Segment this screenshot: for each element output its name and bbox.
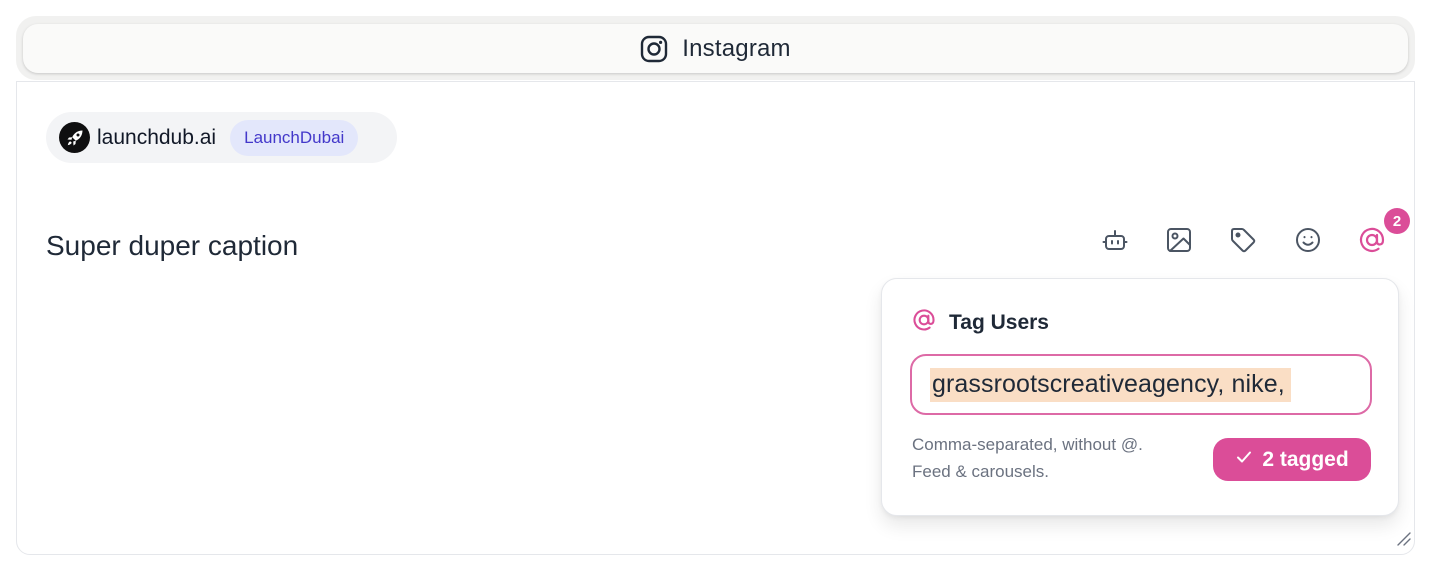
tab-instagram[interactable]: Instagram	[23, 24, 1408, 73]
hint-line: Feed & carousels.	[912, 462, 1050, 481]
tagged-count-button[interactable]: 2 tagged	[1213, 438, 1371, 481]
caption-toolbar: 2	[1095, 208, 1410, 262]
tag-icon	[1229, 226, 1257, 259]
account-handle: launchdub.ai	[97, 125, 217, 149]
at-sign-icon	[911, 307, 937, 338]
instagram-icon	[640, 35, 668, 63]
popover-header: Tag Users	[911, 307, 1049, 338]
caption-text[interactable]: Super duper caption	[46, 230, 298, 262]
check-icon	[1235, 448, 1253, 472]
tab-label: Instagram	[682, 34, 791, 62]
resize-handle[interactable]	[1394, 529, 1412, 552]
robot-icon	[1101, 226, 1129, 259]
tagged-count-label: 2 tagged	[1262, 447, 1349, 471]
tag-users-input[interactable]: grassrootscreativeagency, nike,	[910, 354, 1372, 415]
tag-users-input-value: grassrootscreativeagency, nike,	[930, 367, 1291, 402]
image-icon	[1165, 226, 1193, 259]
tag-users-button[interactable]: 2	[1352, 208, 1410, 262]
smiley-icon	[1294, 226, 1322, 259]
ai-assistant-button[interactable]	[1095, 222, 1135, 262]
hint-line: Comma-separated, without @.	[912, 435, 1143, 454]
account-chip[interactable]: launchdub.ai LaunchDubai	[46, 112, 397, 163]
tag-users-hint: Comma-separated, without @. Feed & carou…	[912, 431, 1202, 485]
tag-count-badge: 2	[1384, 208, 1410, 234]
popover-title: Tag Users	[949, 310, 1049, 334]
rocket-icon	[59, 122, 90, 153]
add-image-button[interactable]	[1159, 222, 1199, 262]
tag-users-popover: Tag Users grassrootscreativeagency, nike…	[881, 278, 1399, 516]
at-sign-icon	[1357, 225, 1387, 260]
add-tag-button[interactable]	[1223, 222, 1263, 262]
post-editor: launchdub.ai LaunchDubai Super duper cap…	[16, 81, 1415, 555]
emoji-button[interactable]	[1288, 222, 1328, 262]
brand-tag: LaunchDubai	[230, 119, 359, 156]
